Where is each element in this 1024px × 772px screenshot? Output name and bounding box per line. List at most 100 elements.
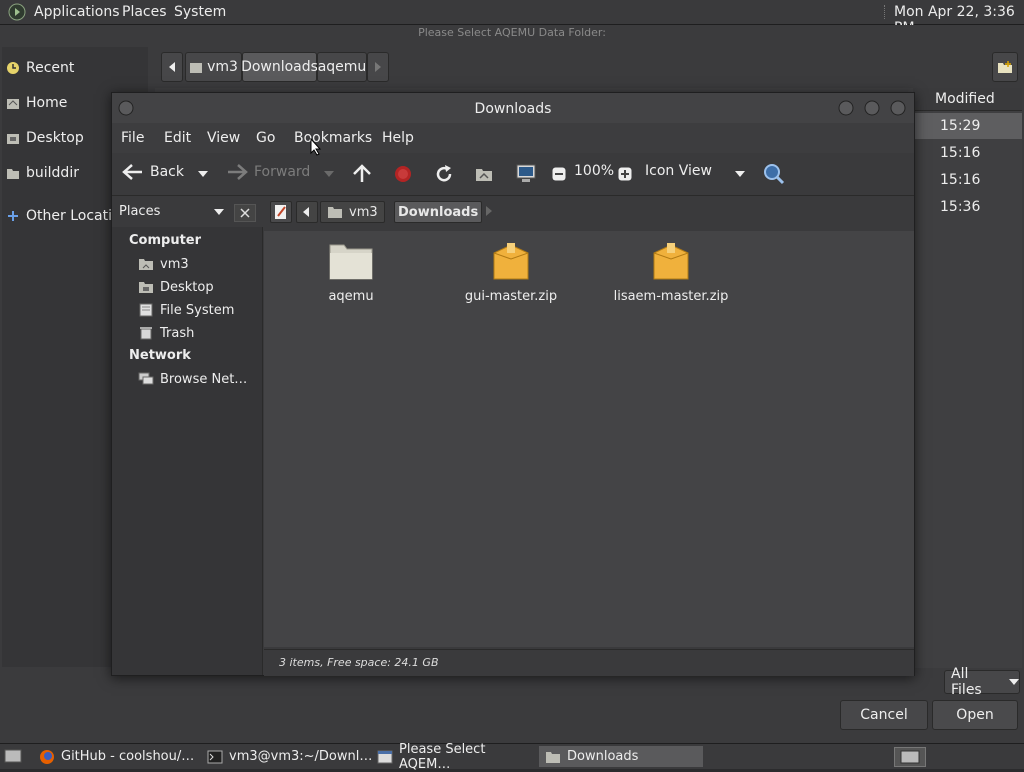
close-sidebar-icon[interactable] (234, 204, 256, 222)
sidebar-item-label: Trash (160, 325, 195, 341)
menu-file[interactable]: File (121, 130, 144, 146)
view-mode-dropdown[interactable]: Icon View (645, 163, 712, 179)
close-icon[interactable] (890, 100, 906, 116)
create-folder-button[interactable] (992, 52, 1018, 82)
caret-down-icon[interactable] (214, 209, 224, 215)
sidebar-item-desktop[interactable]: Desktop (138, 277, 214, 297)
window-icon (377, 750, 393, 764)
file-item[interactable]: lisaem-master.zip (601, 241, 741, 304)
system-menu[interactable]: System (174, 4, 226, 20)
zoom-level[interactable]: 100% (574, 163, 614, 179)
sidebar-item-home[interactable]: Home (6, 92, 67, 114)
home-folder-icon (6, 96, 20, 110)
plus-icon (6, 209, 20, 223)
cancel-button[interactable]: Cancel (840, 700, 928, 730)
maximize-icon[interactable] (864, 100, 880, 116)
path-crumb-vm3[interactable]: vm3 (320, 201, 385, 223)
task-downloads[interactable]: Downloads (539, 746, 703, 767)
sidebar-item-desktop[interactable]: Desktop (6, 127, 84, 149)
desktop-folder-icon (138, 280, 154, 294)
home-folder-icon (327, 205, 343, 219)
sidebar-item-browse-network[interactable]: Browse Net… (138, 369, 247, 389)
stop-icon[interactable] (394, 165, 412, 183)
open-button[interactable]: Open (932, 700, 1018, 730)
path-crumb-aqemu[interactable]: aqemu (317, 52, 367, 82)
sidebar-item-label: vm3 (160, 256, 189, 272)
workspace-switcher[interactable] (894, 747, 926, 767)
chevron-right-icon[interactable] (482, 201, 496, 221)
menu-bar: File Edit View Go Bookmarks Help (112, 123, 914, 153)
file-name: aqemu (328, 289, 374, 304)
path-back-button[interactable] (161, 52, 183, 82)
menu-view[interactable]: View (207, 130, 240, 146)
task-label: Downloads (567, 749, 639, 764)
home-folder-icon (138, 257, 154, 271)
sidebar-item-vm3[interactable]: vm3 (138, 254, 189, 274)
sidebar-item-label: Desktop (26, 130, 84, 146)
view-mode-caret-icon[interactable] (735, 171, 745, 177)
back-history-caret-icon[interactable] (198, 171, 208, 177)
menu-help[interactable]: Help (382, 130, 414, 146)
file-filter-dropdown[interactable]: All Files (944, 666, 1020, 698)
applications-menu[interactable]: Applications (34, 4, 120, 20)
file-view: aqemu gui-master.zip lisaem-master.zip (264, 231, 914, 647)
taskbar: GitHub - coolshou/… vm3@vm3:~/Downl… Ple… (0, 742, 1024, 772)
file-item[interactable]: gui-master.zip (441, 241, 581, 304)
location-bar: vm3 Downloads (264, 197, 914, 227)
crumb-label: Downloads (398, 204, 479, 220)
forward-history-caret-icon[interactable] (324, 171, 334, 177)
chevron-left-icon[interactable] (296, 201, 318, 223)
path-crumb-downloads[interactable]: Downloads (241, 52, 318, 82)
network-heading: Network (129, 348, 191, 363)
back-button[interactable]: Back (122, 163, 184, 181)
menu-go[interactable]: Go (256, 130, 275, 146)
forward-button[interactable]: Forward (226, 163, 310, 181)
view-mode-label: Icon View (645, 163, 712, 179)
task-terminal[interactable]: vm3@vm3:~/Downl… (201, 746, 372, 767)
edit-location-icon[interactable] (270, 201, 292, 223)
new-folder-icon (997, 60, 1013, 74)
search-icon[interactable] (763, 163, 785, 185)
places-dropdown[interactable]: Places (119, 204, 160, 219)
sidebar-item-trash[interactable]: Trash (138, 323, 194, 343)
file-item[interactable]: aqemu (281, 241, 421, 304)
places-menu[interactable]: Places (122, 4, 167, 20)
file-name: lisaem-master.zip (613, 289, 729, 304)
window-titlebar[interactable]: Downloads (112, 93, 914, 123)
caret-down-icon (1009, 679, 1019, 685)
sidebar-item-label: builddir (26, 165, 79, 181)
up-icon[interactable] (352, 164, 372, 184)
sidebar-item-builddir[interactable]: builddir (6, 162, 79, 184)
modified-column-header[interactable]: Modified (913, 88, 1022, 111)
menu-edit[interactable]: Edit (164, 130, 191, 146)
sidebar-item-recent[interactable]: Recent (6, 57, 74, 79)
places-sidebar: Computer vm3 Desktop File System Trash N… (112, 227, 263, 675)
desktop-folder-icon (6, 131, 20, 145)
sidebar-item-label: Recent (26, 60, 75, 76)
firefox-icon (39, 749, 55, 765)
computer-icon[interactable] (515, 164, 537, 184)
gnome-foot-icon[interactable] (8, 3, 26, 21)
modified-cell: 15:29 (940, 118, 981, 134)
sidebar-item-label: File System (160, 302, 235, 318)
terminal-icon (207, 750, 223, 764)
folder-icon (545, 750, 561, 764)
menu-bookmarks[interactable]: Bookmarks (294, 130, 372, 146)
path-crumb-vm3[interactable]: vm3 (185, 52, 242, 82)
crumb-label: vm3 (207, 59, 238, 75)
folder-icon (328, 241, 374, 281)
task-aqemu-dialog[interactable]: Please Select AQEM… (371, 742, 536, 772)
zoom-in-icon[interactable] (618, 167, 632, 181)
path-forward-button[interactable] (367, 52, 389, 82)
path-crumb-downloads[interactable]: Downloads (394, 201, 483, 223)
modified-cell: 15:16 (940, 172, 981, 188)
minimize-icon[interactable] (838, 100, 854, 116)
sidebar-item-file-system[interactable]: File System (138, 300, 234, 320)
reload-icon[interactable] (434, 164, 454, 184)
computer-heading: Computer (129, 233, 202, 248)
nautilus-window: Downloads File Edit View Go Bookmarks He… (111, 92, 915, 676)
show-desktop-icon[interactable] (4, 748, 22, 764)
zoom-out-icon[interactable] (552, 167, 566, 181)
task-github[interactable]: GitHub - coolshou/… (33, 746, 197, 767)
home-icon[interactable] (474, 165, 494, 183)
